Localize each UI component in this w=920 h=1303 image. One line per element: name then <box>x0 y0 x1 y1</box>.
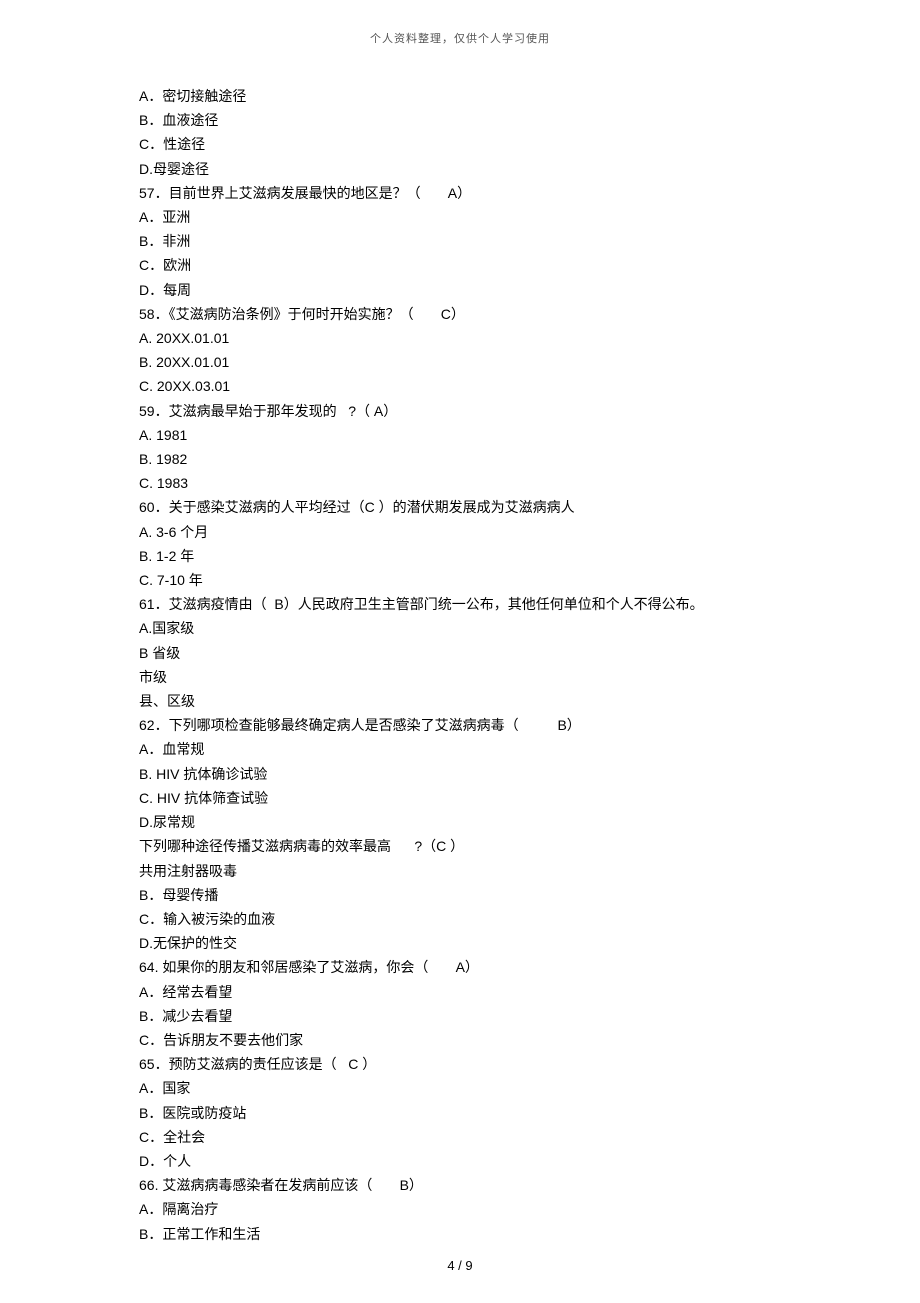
text-line: D.无保护的性交 <box>139 931 860 955</box>
text-line: A．隔离治疗 <box>139 1197 860 1221</box>
text-line: B．医院或防疫站 <box>139 1101 860 1125</box>
text-line: A．亚洲 <box>139 205 860 229</box>
text-line: 60．关于感染艾滋病的人平均经过（C ）的潜伏期发展成为艾滋病病人 <box>139 495 860 519</box>
text-line: D.母婴途径 <box>139 157 860 181</box>
text-line: 县、区级 <box>139 689 860 713</box>
text-line: A. 3-6 个月 <box>139 520 860 544</box>
text-line: C．告诉朋友不要去他们家 <box>139 1028 860 1052</box>
text-line: D．每周 <box>139 278 860 302</box>
text-line: B 省级 <box>139 641 860 665</box>
text-line: C. 1983 <box>139 471 860 495</box>
text-line: B．减少去看望 <box>139 1004 860 1028</box>
text-line: A．血常规 <box>139 737 860 761</box>
text-line: A.国家级 <box>139 616 860 640</box>
text-line: 65．预防艾滋病的责任应该是（ C ） <box>139 1052 860 1076</box>
text-line: C．输入被污染的血液 <box>139 907 860 931</box>
text-line: B. 1982 <box>139 447 860 471</box>
page-footer: 4 / 9 <box>0 1258 920 1273</box>
text-line: B．母婴传播 <box>139 883 860 907</box>
text-line: C. 20XX.03.01 <box>139 374 860 398</box>
text-line: 下列哪种途径传播艾滋病病毒的效率最高 ?（C ） <box>139 834 860 858</box>
text-line: A．国家 <box>139 1076 860 1100</box>
text-line: B．非洲 <box>139 229 860 253</box>
text-line: A. 20XX.01.01 <box>139 326 860 350</box>
text-line: C．全社会 <box>139 1125 860 1149</box>
document-page: 个人资料整理，仅供个人学习使用 A．密切接触途径B．血液途径C．性途径D.母婴途… <box>0 0 920 1246</box>
text-line: B. 1-2 年 <box>139 544 860 568</box>
page-header: 个人资料整理，仅供个人学习使用 <box>0 30 920 46</box>
text-line: C．欧洲 <box>139 253 860 277</box>
text-line: A．经常去看望 <box>139 980 860 1004</box>
text-line: C．性途径 <box>139 132 860 156</box>
text-line: 57．目前世界上艾滋病发展最快的地区是？（ A） <box>139 181 860 205</box>
text-line: 共用注射器吸毒 <box>139 859 860 883</box>
text-line: C. 7-10 年 <box>139 568 860 592</box>
text-line: D.尿常规 <box>139 810 860 834</box>
text-line: B．血液途径 <box>139 108 860 132</box>
text-line: A. 1981 <box>139 423 860 447</box>
text-line: 市级 <box>139 665 860 689</box>
text-line: B. 20XX.01.01 <box>139 350 860 374</box>
text-line: D．个人 <box>139 1149 860 1173</box>
text-line: 59．艾滋病最早始于那年发现的 ?（ A） <box>139 399 860 423</box>
document-body: A．密切接触途径B．血液途径C．性途径D.母婴途径57．目前世界上艾滋病发展最快… <box>0 84 920 1246</box>
text-line: B. HIV 抗体确诊试验 <box>139 762 860 786</box>
text-line: 64. 如果你的朋友和邻居感染了艾滋病，你会（ A） <box>139 955 860 979</box>
text-line: 66. 艾滋病病毒感染者在发病前应该（ B） <box>139 1173 860 1197</box>
text-line: 62．下列哪项检查能够最终确定病人是否感染了艾滋病病毒（ B） <box>139 713 860 737</box>
text-line: A．密切接触途径 <box>139 84 860 108</box>
text-line: B．正常工作和生活 <box>139 1222 860 1246</box>
text-line: 61．艾滋病疫情由（ B）人民政府卫生主管部门统一公布，其他任何单位和个人不得公… <box>139 592 860 616</box>
text-line: C. HIV 抗体筛查试验 <box>139 786 860 810</box>
text-line: 58．《艾滋病防治条例》于何时开始实施？（ C） <box>139 302 860 326</box>
